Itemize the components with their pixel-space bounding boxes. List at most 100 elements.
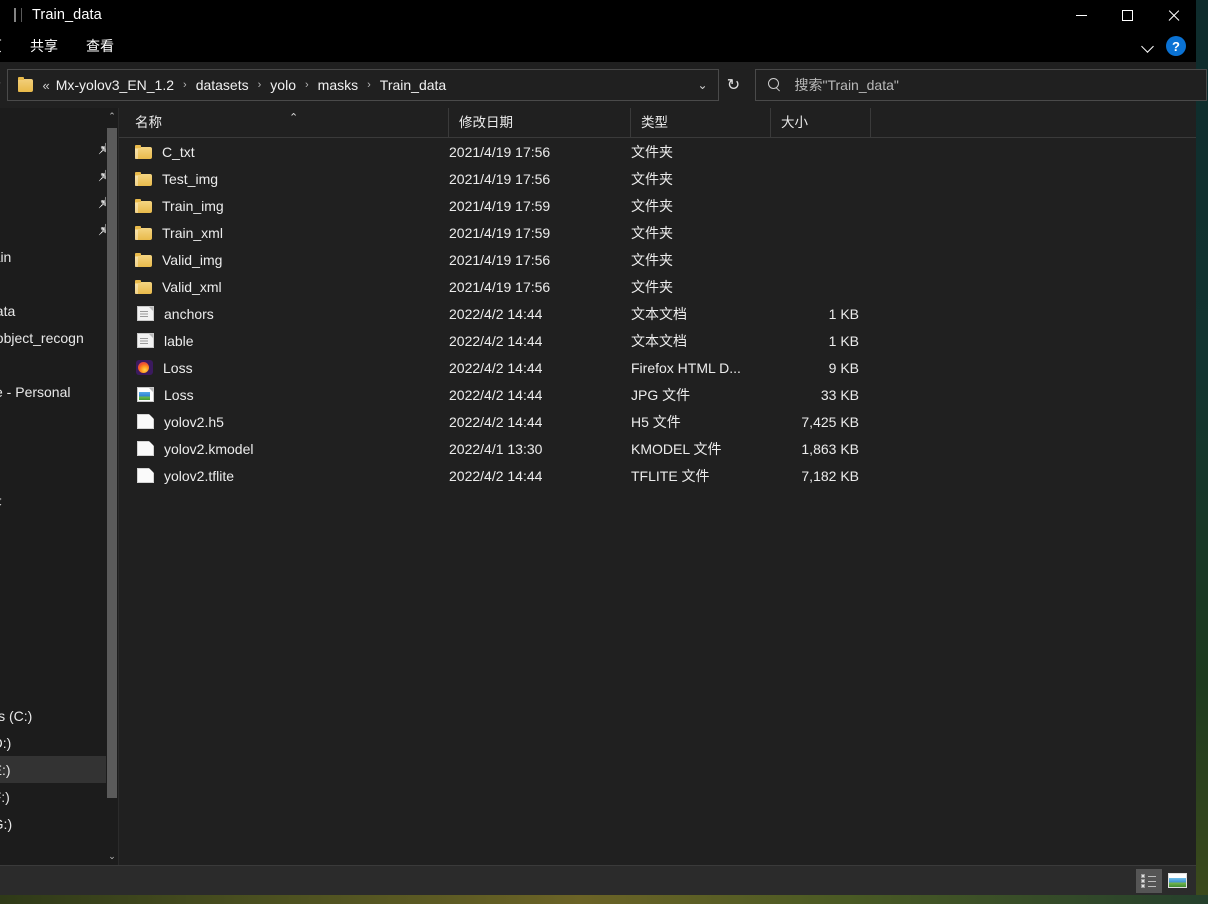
breadcrumb-sep-icon[interactable]: ›	[300, 79, 314, 91]
sidebar-item-14[interactable]: 录	[0, 486, 106, 513]
navigation-scrollbar[interactable]: ⌃ ⌄	[106, 108, 118, 865]
close-button[interactable]	[1150, 0, 1196, 30]
help-button[interactable]: ?	[1166, 36, 1186, 56]
sidebar-item-6[interactable]	[0, 270, 106, 297]
sidebar-item-17[interactable]	[0, 567, 106, 594]
sidebar-item-label: 录	[0, 490, 2, 510]
file-date: 2021/4/19 17:56	[449, 143, 551, 160]
scrollbar-thumb[interactable]	[107, 128, 117, 798]
window-controls	[1058, 0, 1196, 30]
file-date: 2021/4/19 17:59	[449, 224, 551, 241]
sidebar-item-20[interactable]	[0, 648, 106, 675]
sidebar-item-24[interactable]: (E:)	[0, 756, 106, 783]
file-type: 文本文档	[631, 332, 687, 349]
maximize-button[interactable]	[1104, 0, 1150, 30]
maximize-icon	[1121, 9, 1133, 21]
cell-name: yolov2.kmodel	[119, 441, 449, 457]
refresh-button[interactable]: ↻	[719, 69, 749, 101]
sidebar-item-11[interactable]	[0, 405, 106, 432]
file-type: 文件夹	[631, 197, 673, 214]
table-row[interactable]: yolov2.tflite 2022/4/2 14:44 TFLITE 文件 7,18…	[119, 462, 1196, 489]
breadcrumb-sep-icon[interactable]: ›	[178, 79, 192, 91]
sidebar-item-15[interactable]	[0, 513, 106, 540]
sidebar-item-19[interactable]	[0, 621, 106, 648]
breadcrumb-root-sep[interactable]: «	[41, 78, 52, 93]
sidebar-item-1[interactable]: 📌	[0, 135, 112, 162]
address-dropdown-icon[interactable]: ⌄	[687, 78, 717, 92]
table-row[interactable]: Train_xml 2021/4/19 17:59 文件夹	[119, 219, 1196, 246]
breadcrumb-item-0[interactable]: Mx-yolov3_EN_1.2	[52, 75, 178, 95]
breadcrumb-sep-icon[interactable]: ›	[362, 79, 376, 91]
minimize-button[interactable]	[1058, 0, 1104, 30]
sidebar-item-26[interactable]: (G:)	[0, 810, 106, 837]
file-name: yolov2.h5	[164, 413, 224, 430]
file-type: 文件夹	[631, 278, 673, 295]
column-header-name[interactable]: 名称 ⌃	[119, 107, 449, 138]
sidebar-item-3[interactable]: 📌	[0, 189, 112, 216]
sidebar-item-4[interactable]: 📌	[0, 216, 112, 243]
table-row[interactable]: yolov2.kmodel 2022/4/1 13:30 KMODEL 文件 1,86…	[119, 435, 1196, 462]
file-type: 文件夹	[631, 224, 673, 241]
large-icons-view-button[interactable]	[1164, 869, 1190, 893]
table-row[interactable]: yolov2.h5 2022/4/2 14:44 H5 文件 7,425 KB	[119, 408, 1196, 435]
sidebar-item-25[interactable]: (F:)	[0, 783, 106, 810]
file-date: 2022/4/2 14:44	[449, 413, 543, 430]
sidebar-item-7[interactable]: data	[0, 297, 106, 324]
sidebar-item-9[interactable]	[0, 351, 106, 378]
tab-home[interactable]: 页	[0, 30, 16, 62]
table-row[interactable]: lable 2022/4/2 14:44 文本文档 1 KB	[119, 327, 1196, 354]
tab-view[interactable]: 查看	[72, 30, 128, 62]
sidebar-item-18[interactable]	[0, 594, 106, 621]
scroll-up-icon[interactable]: ⌃	[106, 108, 118, 125]
sort-ascending-icon: ⌃	[289, 111, 299, 124]
column-header-date[interactable]: 修改日期	[449, 107, 631, 138]
table-row[interactable]: Loss 2022/4/2 14:44 JPG 文件 33 KB	[119, 381, 1196, 408]
sidebar-item-0[interactable]: ]	[0, 108, 106, 135]
file-name: lable	[164, 332, 194, 349]
sidebar-item-8[interactable]: _object_recogn	[0, 324, 106, 351]
sidebar-item-16[interactable]	[0, 540, 106, 567]
sidebar-item-2[interactable]: 📌	[0, 162, 112, 189]
sidebar-item-10[interactable]: ve - Personal	[0, 378, 106, 405]
sidebar-item-21[interactable]	[0, 675, 106, 702]
address-bar[interactable]: « Mx-yolov3_EN_1.2 › datasets › yolo › m…	[6, 69, 719, 101]
tab-share[interactable]: 共享	[16, 30, 72, 62]
table-row[interactable]: Train_img 2021/4/19 17:59 文件夹	[119, 192, 1196, 219]
details-view-button[interactable]	[1136, 868, 1162, 893]
table-row[interactable]: Valid_xml 2021/4/19 17:56 文件夹	[119, 273, 1196, 300]
navigate-up-button[interactable]: ↑	[0, 70, 3, 100]
sidebar-item-label: (F:)	[0, 788, 10, 805]
sidebar-item-23[interactable]: (D:)	[0, 729, 106, 756]
scroll-down-icon[interactable]: ⌄	[106, 848, 118, 865]
file-type: Firefox HTML D...	[631, 359, 741, 376]
column-header-size[interactable]: 大小	[771, 107, 871, 138]
cell-name: yolov2.tflite	[119, 468, 449, 484]
sidebar-item-12[interactable]	[0, 432, 106, 459]
sidebar-item-22[interactable]: ws (C:)	[0, 702, 106, 729]
sidebar-item-5[interactable]: rain	[0, 243, 106, 270]
text-document-icon	[137, 306, 154, 321]
breadcrumb-sep-icon[interactable]: ›	[253, 79, 267, 91]
minimize-icon	[1075, 14, 1087, 16]
file-type: 文本文档	[631, 305, 687, 322]
file-name: yolov2.tflite	[164, 467, 235, 484]
table-row[interactable]: Loss 2022/4/2 14:44 Firefox HTML D... 9 KB	[119, 354, 1196, 381]
table-row[interactable]: Valid_img 2021/4/19 17:56 文件夹	[119, 246, 1196, 273]
table-row[interactable]: Test_img 2021/4/19 17:56 文件夹	[119, 165, 1196, 192]
table-row[interactable]: C_txt 2021/4/19 17:56 文件夹	[119, 138, 1196, 165]
breadcrumb-item-4[interactable]: Train_data	[376, 75, 450, 95]
details-view-icon	[1141, 873, 1157, 888]
search-input[interactable]: 搜索"Train_data"	[795, 75, 899, 95]
file-date: 2022/4/1 13:30	[449, 440, 543, 457]
file-name: Loss	[163, 359, 193, 376]
breadcrumb-item-3[interactable]: masks	[314, 75, 362, 95]
breadcrumb-item-2[interactable]: yolo	[266, 75, 300, 95]
table-row[interactable]: anchors 2022/4/2 14:44 文本文档 1 KB	[119, 300, 1196, 327]
breadcrumb-item-1[interactable]: datasets	[192, 75, 253, 95]
sidebar-item-13[interactable]	[0, 459, 106, 486]
chevron-down-icon[interactable]	[1142, 40, 1154, 52]
column-header-type[interactable]: 类型	[631, 107, 771, 138]
search-box[interactable]: 搜索"Train_data"	[754, 69, 1207, 101]
file-name: yolov2.kmodel	[164, 440, 254, 457]
sidebar-item-label: _object_recogn	[0, 329, 84, 346]
